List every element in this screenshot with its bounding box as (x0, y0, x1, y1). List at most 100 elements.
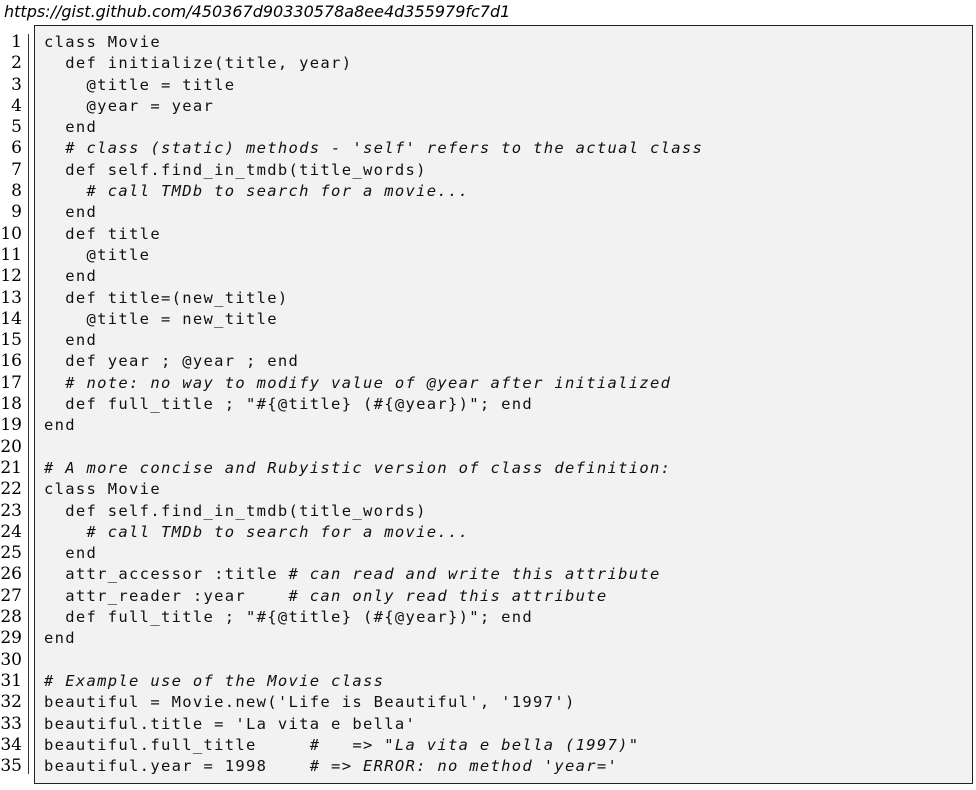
code-text: # Example use of the Movie class (44, 671, 384, 692)
code-text: end (44, 543, 97, 564)
code-line: 33 beautiful.title = 'La vita e bella' (0, 714, 976, 735)
code-text: def self.find_in_tmdb(title_words) (44, 501, 427, 522)
code-text: @title = title (44, 75, 235, 96)
code-statement: @title = new_title (44, 309, 278, 328)
gist-url[interactable]: https://gist.github.com/450367d90330578a… (4, 1, 510, 23)
line-number: 6 (11, 138, 22, 159)
line-number: 30 (0, 649, 22, 670)
code-text: end (44, 415, 76, 436)
line-number: 17 (0, 372, 22, 393)
code-line: 9 end (0, 202, 976, 223)
line-number: 25 (0, 543, 22, 564)
code-line: 13 def title=(new_title) (0, 288, 976, 309)
code-statement (44, 139, 65, 157)
line-number: 11 (0, 244, 22, 265)
code-comment: # => ERROR: no method 'year=' (309, 757, 619, 776)
line-number: 29 (0, 628, 22, 649)
code-text: @title (44, 245, 150, 266)
code-text: def full_title ; "#{@title} (#{@year})";… (44, 607, 533, 628)
code-statement: end (44, 416, 76, 435)
code-comment: # A more concise and Rubyistic version o… (44, 458, 672, 477)
code-statement: def initialize(title, year) (44, 54, 353, 73)
code-statement (44, 374, 65, 392)
code-statement: def title=(new_title) (44, 288, 289, 307)
code-line: 5 end (0, 117, 976, 138)
code-statement: @title (44, 245, 151, 264)
code-statement: attr_accessor :title (44, 565, 289, 584)
code-text: @title = new_title (44, 309, 278, 330)
code-line: 2 def initialize(title, year) (0, 53, 976, 74)
line-number: 16 (0, 351, 22, 372)
code-comment: # call TMDb to search for a movie... (86, 182, 470, 201)
code-text: beautiful.year = 1998 # => ERROR: no met… (44, 756, 618, 777)
line-number: 3 (11, 74, 22, 95)
code-text: # class (static) methods - 'self' refers… (44, 138, 703, 159)
code-comment: # call TMDb to search for a movie... (86, 522, 470, 541)
code-text: # call TMDb to search for a movie... (44, 181, 469, 202)
code-line: 17 # note: no way to modify value of @ye… (0, 373, 976, 394)
line-number: 33 (0, 713, 22, 734)
code-statement: attr_reader :year (44, 586, 289, 605)
line-number: 13 (0, 287, 22, 308)
line-number: 26 (0, 564, 22, 585)
line-number: 27 (0, 585, 22, 606)
line-number: 32 (0, 692, 22, 713)
line-number: 5 (11, 117, 22, 138)
code-statement: def self.find_in_tmdb(title_words) (44, 160, 427, 179)
code-line: 25 end (0, 543, 976, 564)
line-number: 34 (0, 734, 22, 755)
code-statement: end (44, 203, 98, 222)
code-line: 19 end (0, 415, 976, 436)
code-comment: # note: no way to modify value of @year … (65, 373, 672, 392)
code-statement (44, 523, 87, 541)
code-text: def initialize(title, year) (44, 53, 352, 74)
code-statement: def year ; @year ; end (44, 352, 300, 371)
code-line: 12 end (0, 266, 976, 287)
code-line: 4 @year = year (0, 96, 976, 117)
code-text: attr_accessor :title # can read and writ… (44, 564, 661, 585)
line-number: 14 (0, 308, 22, 329)
line-number: 31 (0, 670, 22, 691)
code-line: 27 attr_reader :year # can only read thi… (0, 586, 976, 607)
code-text: def title (44, 224, 161, 245)
line-number: 4 (11, 95, 22, 116)
code-line: 34 beautiful.full_title # => "La vita e b… (0, 735, 976, 756)
code-text: beautiful = Movie.new('Life is Beautiful… (44, 692, 576, 713)
code-text: def self.find_in_tmdb(title_words) (44, 160, 427, 181)
line-number: 2 (11, 53, 22, 74)
code-statement: beautiful.title = 'La vita e bella' (44, 714, 417, 733)
code-line: 16 def year ; @year ; end (0, 351, 976, 372)
code-line: 28 def full_title ; "#{@title} (#{@year}… (0, 607, 976, 628)
line-number: 8 (11, 181, 22, 202)
code-statement: @year = year (44, 96, 215, 115)
code-line: 29 end (0, 628, 976, 649)
code-line: 18 def full_title ; "#{@title} (#{@year}… (0, 394, 976, 415)
code-text: def full_title ; "#{@title} (#{@year})";… (44, 394, 533, 415)
code-text: # A more concise and Rubyistic version o… (44, 458, 671, 479)
code-text: def title=(new_title) (44, 288, 289, 309)
code-line: 21 # A more concise and Rubyistic version… (0, 458, 976, 479)
line-number: 19 (0, 415, 22, 436)
code-statement: end (44, 267, 98, 286)
code-text: end (44, 628, 76, 649)
line-number: 7 (11, 159, 22, 180)
code-line: 35 beautiful.year = 1998 # => ERROR: no m… (0, 756, 976, 777)
code-statement: end (44, 544, 98, 563)
code-comment: # can only read this attribute (288, 586, 608, 605)
code-text: end (44, 266, 97, 287)
code-statement: def self.find_in_tmdb(title_words) (44, 501, 427, 520)
code-statement: end (44, 629, 76, 648)
code-line: 3 @title = title (0, 75, 976, 96)
line-number: 9 (11, 202, 22, 223)
code-statement: def full_title ; "#{@title} (#{@year})";… (44, 395, 534, 414)
code-statement: beautiful = Movie.new('Life is Beautiful… (44, 693, 576, 712)
code-text: attr_reader :year # can only read this a… (44, 586, 608, 607)
code-statement: def title (44, 224, 161, 243)
code-line: 20 (0, 437, 976, 458)
code-line: 1 class Movie (0, 32, 976, 53)
code-line: 14 @title = new_title (0, 309, 976, 330)
code-line: 24 # call TMDb to search for a movie... (0, 522, 976, 543)
code-text: # call TMDb to search for a movie... (44, 522, 469, 543)
code-text: # note: no way to modify value of @year … (44, 373, 671, 394)
code-line: 23 def self.find_in_tmdb(title_words) (0, 501, 976, 522)
